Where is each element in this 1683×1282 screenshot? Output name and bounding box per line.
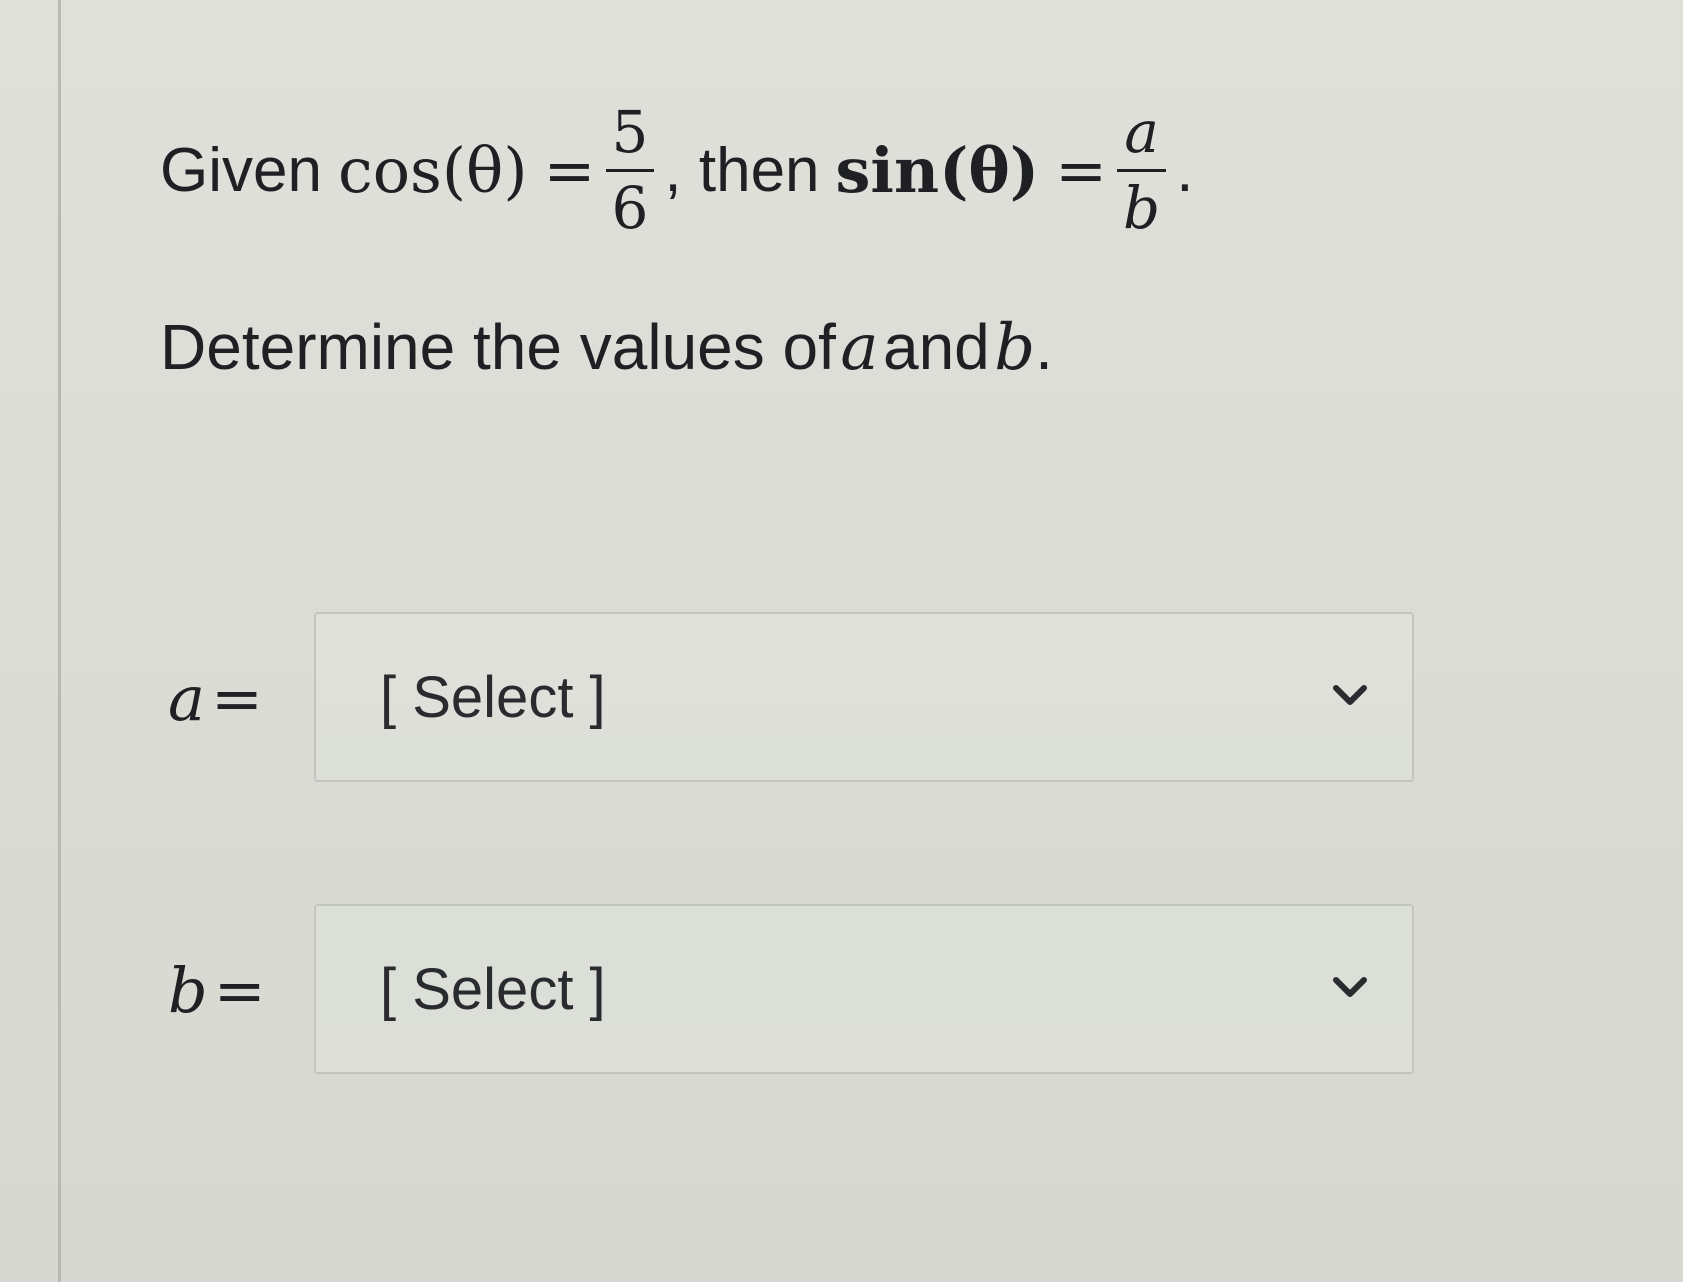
fraction-bar-2 (1117, 168, 1167, 172)
sin-denominator: b (1123, 173, 1161, 242)
sin-fraction: a b (1117, 97, 1167, 242)
question-statement: Given cos(θ) = 5 6 , then sin(θ) = a b . (160, 70, 1193, 270)
equals-sign-2: = (1055, 133, 1108, 207)
answer-row-a: a= [ Select ] (168, 612, 1428, 782)
chevron-down-icon (1333, 685, 1367, 705)
answer-equals-a: = (210, 662, 263, 735)
select-dropdown-a[interactable]: [ Select ] (314, 612, 1414, 782)
given-label: Given (160, 135, 322, 205)
variable-a: a (840, 311, 879, 385)
answer-label-b: b= (168, 954, 266, 1027)
quiz-page: Given cos(θ) = 5 6 , then sin(θ) = a b . (0, 0, 1683, 1282)
variable-b: b (994, 311, 1036, 385)
select-value-b: [ Select ] (380, 957, 606, 1022)
instruction-text: Determine the values of a and b. (160, 310, 1053, 385)
sin-numerator: a (1124, 97, 1159, 166)
cos-denominator: 6 (611, 173, 649, 242)
and-label: and (882, 311, 990, 383)
chevron-down-icon (1333, 977, 1367, 997)
cos-fraction: 5 6 (605, 97, 655, 242)
statement-period: . (1176, 135, 1194, 205)
answer-row-b: b= [ Select ] (168, 904, 1428, 1074)
instruction-suffix: . (1035, 311, 1053, 383)
select-dropdown-b[interactable]: [ Select ] (314, 904, 1414, 1074)
cos-expression: cos(θ) (337, 133, 528, 207)
cos-numerator: 5 (611, 97, 649, 166)
sin-expression: sin(θ) (835, 133, 1040, 207)
answer-equals-b: = (213, 954, 266, 1027)
answer-variable-b: b (168, 954, 208, 1027)
answer-label-a: a= (168, 662, 263, 735)
fraction-bar (605, 168, 655, 172)
answer-variable-a: a (168, 662, 205, 735)
then-label: , then (664, 135, 820, 205)
instruction-prefix: Determine the values of (160, 311, 836, 383)
content-left-border (58, 0, 61, 1282)
equals-sign: = (543, 133, 596, 207)
select-value-a: [ Select ] (380, 665, 606, 730)
